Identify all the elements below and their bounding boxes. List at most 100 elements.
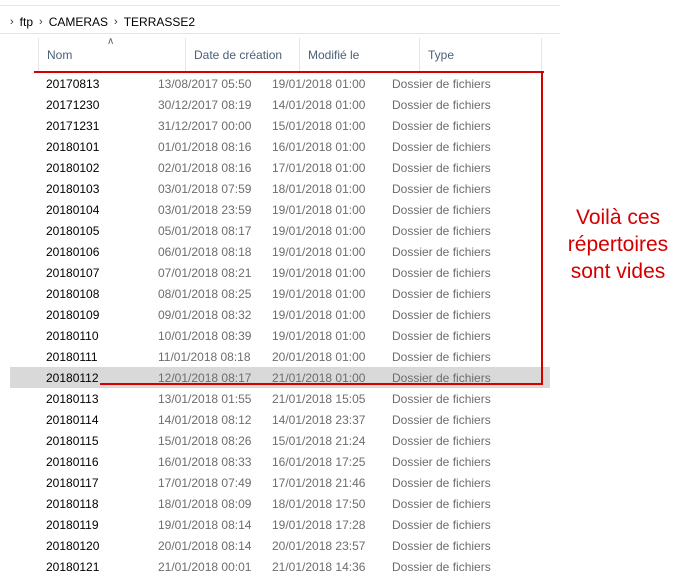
file-row[interactable]: 20180111 11/01/2018 08:18 20/01/2018 01:00… [10,346,550,367]
breadcrumb: › ftp › CAMERAS › TERRASSE2 [0,10,560,34]
file-created: 20/01/2018 08:14 [158,538,252,553]
column-header-type-label: Type [428,48,455,62]
file-created: 02/01/2018 08:16 [158,160,252,175]
file-created: 06/01/2018 08:18 [158,244,252,259]
file-type: Dossier de fichiers [392,559,491,574]
file-row[interactable]: 20180103 03/01/2018 07:59 18/01/2018 01:00… [10,178,550,199]
file-type: Dossier de fichiers [392,391,491,406]
file-modified: 21/01/2018 14:36 [272,559,366,574]
chevron-right-icon[interactable]: › [0,16,20,28]
file-name: 20180120 [46,538,100,553]
file-type: Dossier de fichiers [392,433,491,448]
file-row[interactable]: 20180121 21/01/2018 00:01 21/01/2018 14:36… [10,556,550,577]
column-header-created[interactable]: Date de création [186,38,300,72]
file-row[interactable]: 20180101 01/01/2018 08:16 16/01/2018 01:00… [10,136,550,157]
annotation-line-bottom [100,383,543,385]
column-header-name[interactable]: ∧ Nom [38,36,186,72]
file-row[interactable]: 20180109 09/01/2018 08:32 19/01/2018 01:00… [10,304,550,325]
file-row[interactable]: 20180102 02/01/2018 08:16 17/01/2018 01:00… [10,157,550,178]
column-header-modified[interactable]: Modifié le [300,38,420,72]
chevron-right-icon[interactable]: › [108,16,124,28]
file-row[interactable]: 20171231 31/12/2017 00:00 15/01/2018 01:00… [10,115,550,136]
file-created: 11/01/2018 08:18 [158,349,251,364]
file-type: Dossier de fichiers [392,496,491,511]
file-modified: 19/01/2018 01:00 [272,76,366,91]
file-row[interactable]: 20180117 17/01/2018 07:49 17/01/2018 21:46… [10,472,550,493]
file-modified: 18/01/2018 01:00 [272,181,366,196]
file-created: 30/12/2017 08:19 [158,97,252,112]
file-modified: 19/01/2018 01:00 [272,244,366,259]
file-name: 20180121 [46,559,100,574]
file-name: 20180109 [46,307,100,322]
file-row[interactable]: 20180110 10/01/2018 08:39 19/01/2018 01:00… [10,325,550,346]
file-type: Dossier de fichiers [392,139,491,154]
file-modified: 19/01/2018 01:00 [272,307,366,322]
chevron-right-icon[interactable]: › [33,16,49,28]
file-modified: 19/01/2018 01:00 [272,328,366,343]
file-modified: 19/01/2018 17:28 [272,517,366,532]
annotation-line-top [34,71,544,73]
file-created: 18/01/2018 08:09 [158,496,252,511]
file-type: Dossier de fichiers [392,412,491,427]
file-created: 13/01/2018 01:55 [158,391,252,406]
file-modified: 20/01/2018 01:00 [272,349,366,364]
file-name: 20180113 [46,391,99,406]
file-row[interactable]: 20180104 03/01/2018 23:59 19/01/2018 01:00… [10,199,550,220]
file-type: Dossier de fichiers [392,475,491,490]
file-created: 31/12/2017 00:00 [158,118,252,133]
file-modified: 14/01/2018 01:00 [272,97,366,112]
file-modified: 15/01/2018 01:00 [272,118,366,133]
file-modified: 19/01/2018 01:00 [272,265,366,280]
breadcrumb-item-terrasse2[interactable]: TERRASSE2 [124,15,195,29]
file-type: Dossier de fichiers [392,517,491,532]
file-name: 20180115 [46,433,99,448]
column-header-type[interactable]: Type [420,38,542,72]
file-name: 20180101 [46,139,100,154]
file-name: 20170813 [46,76,100,91]
file-row[interactable]: 20180113 13/01/2018 01:55 21/01/2018 15:05… [10,388,550,409]
file-name: 20171230 [46,97,100,112]
file-row[interactable]: 20180118 18/01/2018 08:09 18/01/2018 17:50… [10,493,550,514]
top-divider [0,0,560,6]
file-row[interactable]: 20180114 14/01/2018 08:12 14/01/2018 23:37… [10,409,550,430]
file-created: 15/01/2018 08:26 [158,433,252,448]
file-row[interactable]: 20180108 08/01/2018 08:25 19/01/2018 01:00… [10,283,550,304]
file-type: Dossier de fichiers [392,160,491,175]
file-type: Dossier de fichiers [392,223,491,238]
file-name: 20180108 [46,286,100,301]
annotation-line-1: Voilà ces [575,206,661,229]
file-modified: 18/01/2018 17:50 [272,496,366,511]
file-row[interactable]: 20180105 05/01/2018 08:17 19/01/2018 01:00… [10,220,550,241]
file-row[interactable]: 20180116 16/01/2018 08:33 16/01/2018 17:25… [10,451,550,472]
file-row[interactable]: 20180115 15/01/2018 08:26 15/01/2018 21:24… [10,430,550,451]
annotation-line-3: sont vides [570,260,666,283]
file-type: Dossier de fichiers [392,202,491,217]
file-name: 20180106 [46,244,100,259]
file-created: 05/01/2018 08:17 [158,223,252,238]
column-header-created-label: Date de création [194,48,283,62]
file-row[interactable]: 20180119 19/01/2018 08:14 19/01/2018 17:28… [10,514,550,535]
file-type: Dossier de fichiers [392,181,491,196]
file-name: 20180119 [46,517,99,532]
breadcrumb-item-ftp[interactable]: ftp [20,15,33,29]
column-header-bar: ∧ Nom Date de création Modifié le Type [38,36,542,72]
file-name: 20180107 [46,265,100,280]
file-name: 20180114 [46,412,99,427]
breadcrumb-item-cameras[interactable]: CAMERAS [49,15,108,29]
file-type: Dossier de fichiers [392,244,491,259]
file-row[interactable]: 20170813 13/08/2017 05:50 19/01/2018 01:00… [10,73,550,94]
file-created: 17/01/2018 07:49 [158,475,252,490]
file-name: 20180118 [46,496,99,511]
annotation-text: Voilà ces répertoires sont vides [548,204,688,285]
file-modified: 14/01/2018 23:37 [272,412,366,427]
file-name: 20180117 [46,475,99,490]
file-row[interactable]: 20171230 30/12/2017 08:19 14/01/2018 01:00… [10,94,550,115]
file-created: 14/01/2018 08:12 [158,412,252,427]
file-row[interactable]: 20180120 20/01/2018 08:14 20/01/2018 23:57… [10,535,550,556]
file-row[interactable]: 20180106 06/01/2018 08:18 19/01/2018 01:00… [10,241,550,262]
file-type: Dossier de fichiers [392,265,491,280]
file-type: Dossier de fichiers [392,307,491,322]
file-row[interactable]: 20180107 07/01/2018 08:21 19/01/2018 01:00… [10,262,550,283]
file-name: 20180102 [46,160,100,175]
file-created: 01/01/2018 08:16 [158,139,252,154]
